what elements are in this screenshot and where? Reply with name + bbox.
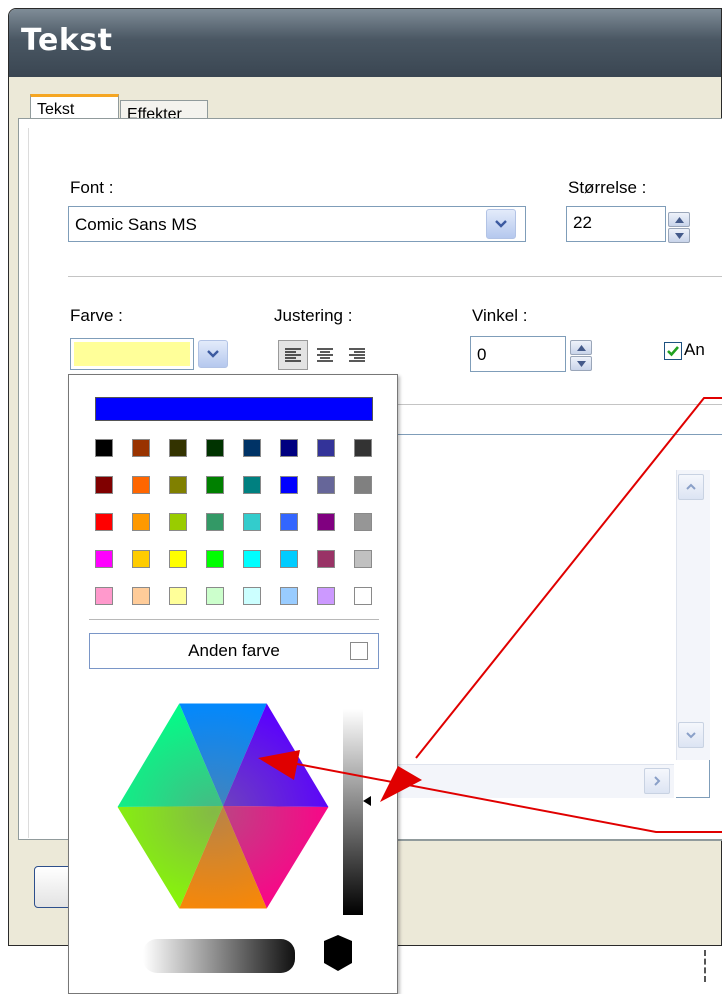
red-arrow-head-1 bbox=[380, 766, 422, 802]
red-arrow-line-1 bbox=[415, 397, 722, 759]
red-arrow-head-2 bbox=[258, 750, 300, 780]
red-arrow-line-2 bbox=[275, 759, 722, 833]
annotation-arrows bbox=[258, 397, 722, 833]
